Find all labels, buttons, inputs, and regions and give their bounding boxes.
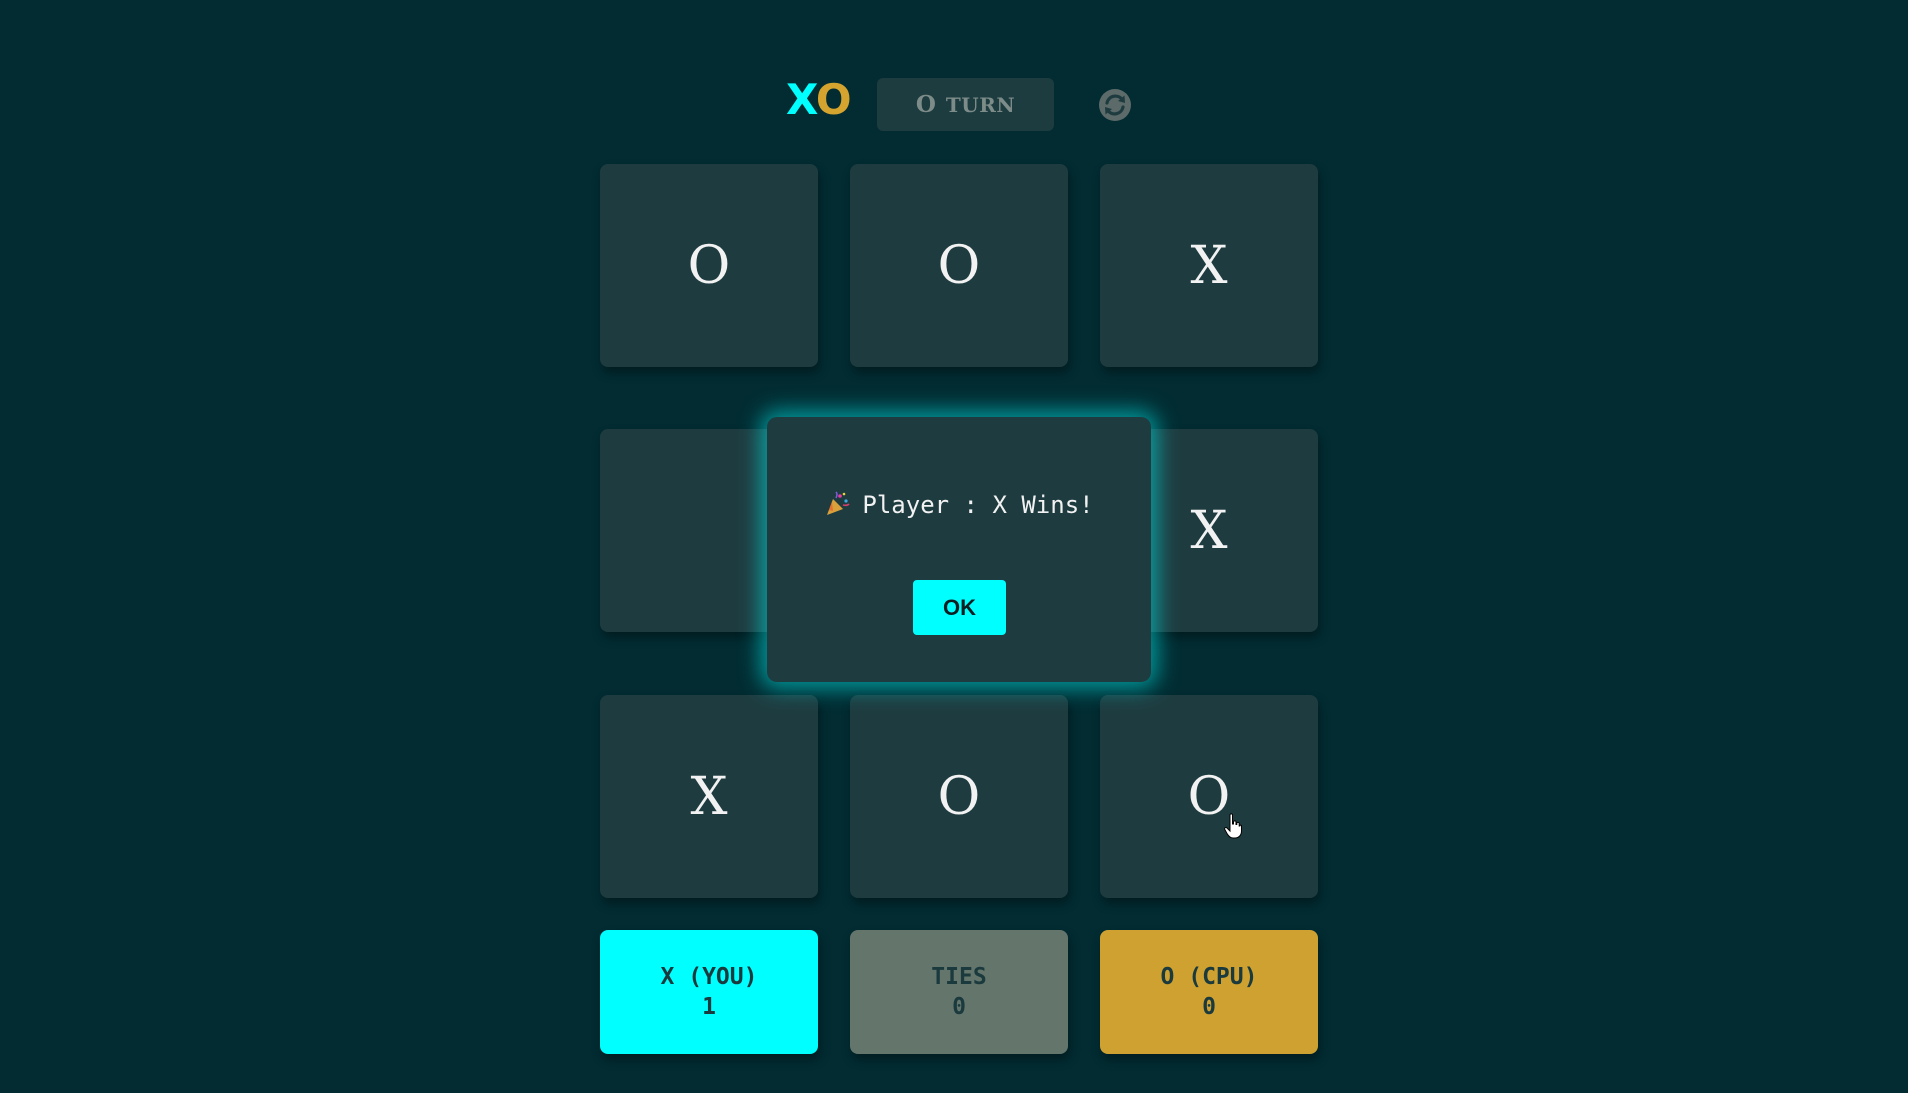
ok-button[interactable]: OK — [913, 580, 1006, 635]
score-ties-label: TIES — [931, 964, 987, 990]
score-x-you: X (YOU) 1 — [600, 930, 818, 1054]
restart-button[interactable] — [1097, 87, 1133, 123]
win-dialog: Player : X Wins! OK — [767, 417, 1151, 682]
board-cell-2[interactable]: O — [850, 164, 1068, 367]
restart-icon — [1099, 89, 1131, 121]
logo-x: X — [786, 75, 817, 124]
win-message-row: Player : X Wins! — [767, 491, 1151, 519]
score-o-label: O (CPU) — [1160, 964, 1258, 990]
logo: XO — [786, 75, 852, 124]
score-o-value: 0 — [1202, 994, 1216, 1020]
turn-label: TURN — [945, 92, 1016, 117]
win-message: Player : X Wins! — [862, 491, 1094, 519]
turn-indicator: O TURN — [877, 78, 1054, 131]
board-cell-3[interactable]: X — [1100, 164, 1318, 367]
score-x-label: X (YOU) — [660, 964, 758, 990]
score-ties: TIES 0 — [850, 930, 1068, 1054]
board-cell-8[interactable]: O — [850, 695, 1068, 898]
logo-o: O — [815, 75, 852, 124]
board-cell-7[interactable]: X — [600, 695, 818, 898]
board-cell-1[interactable]: O — [600, 164, 818, 367]
turn-mark: O — [915, 91, 936, 118]
board-cell-9[interactable]: O — [1100, 695, 1318, 898]
score-x-value: 1 — [702, 994, 716, 1020]
hand-cursor-icon — [1224, 813, 1242, 839]
score-ties-value: 0 — [952, 994, 966, 1020]
score-o-cpu: O (CPU) 0 — [1100, 930, 1318, 1054]
party-popper-icon — [827, 491, 850, 515]
